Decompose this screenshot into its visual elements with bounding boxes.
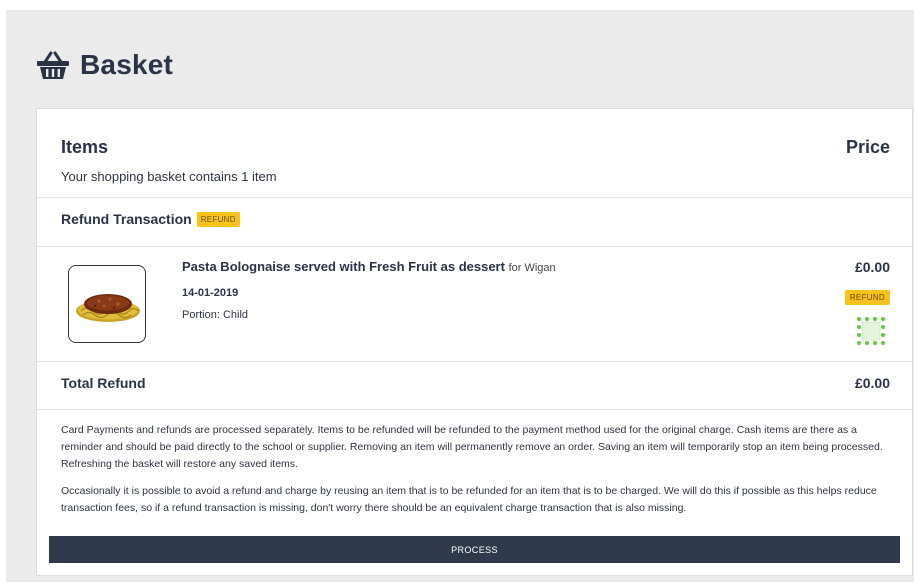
item-badge-text: REFUND: [844, 290, 890, 305]
divider: [37, 361, 912, 362]
item-name-text: Pasta Bolognaise served with Fresh Fruit…: [182, 259, 505, 274]
item-name: Pasta Bolognaise served with Fresh Fruit…: [182, 259, 556, 274]
process-button[interactable]: PROCESS: [49, 536, 900, 563]
item-for-text: for Wigan: [508, 262, 556, 274]
total-value: £0.00: [854, 375, 890, 391]
divider: [37, 246, 912, 247]
item-price: £0.00: [854, 259, 890, 275]
item-refund-badge: REFUND: [844, 287, 890, 305]
basket-card: Items Price Your shopping basket contain…: [36, 108, 913, 576]
notice-paragraph-2: Occasionally it is possible to avoid a r…: [61, 485, 877, 514]
total-label: Total Refund: [61, 375, 146, 391]
page-title: Basket: [80, 49, 174, 80]
pasta-bolognaise-image: [68, 265, 146, 343]
pasta-image: [76, 294, 140, 322]
price-header: Price: [845, 137, 890, 157]
items-header: Items: [61, 137, 109, 157]
basket-summary: Your shopping basket contains 1 item: [61, 169, 277, 184]
dotted-grid-icon[interactable]: [856, 317, 886, 345]
divider: [37, 409, 912, 410]
divider: [37, 197, 912, 198]
notice-paragraph-1: Card Payments and refunds are processed …: [61, 424, 883, 470]
refund-badge: REFUND: [196, 211, 240, 227]
section-title: Refund Transaction REFUND: [61, 211, 240, 227]
item-date: 14-01-2019: [182, 287, 239, 299]
section-title-text: Refund Transaction: [61, 211, 192, 227]
page-header: Basket: [36, 45, 173, 85]
page-container: Basket Items Price Your shopping basket …: [6, 10, 914, 582]
item-portion: Portion: Child: [182, 309, 249, 321]
basket-icon: [37, 51, 69, 79]
